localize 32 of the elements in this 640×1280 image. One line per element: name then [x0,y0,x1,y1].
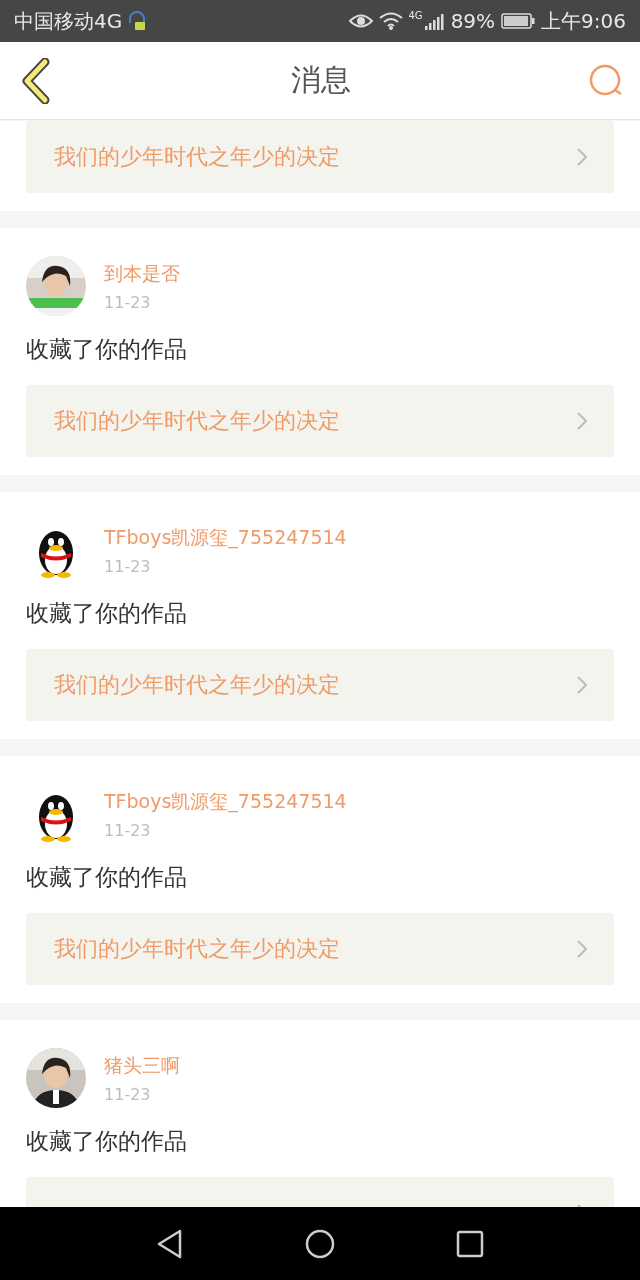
user-name[interactable]: 猪头三啊 [104,1052,180,1079]
user-name[interactable]: 到本是否 [104,260,180,287]
user-name[interactable]: TFboys凯源玺_755247514 [104,524,347,551]
message-text: 收藏了你的作品 [26,863,188,892]
message-date: 11-23 [104,820,152,840]
chevron-right-icon [576,675,588,695]
work-link[interactable]: 我们的少年时代之年少的决定 [26,649,614,721]
message-date: 11-23 [104,292,152,312]
wifi-icon [378,12,403,30]
work-link[interactable]: 我们的少年时代之年少的决定 [26,385,614,457]
battery-percent: 89% [450,9,496,33]
chevron-right-icon [576,147,588,167]
user-name[interactable]: TFboys凯源玺_755247514 [104,788,347,815]
chevron-right-icon [576,411,588,431]
carrier-text: 中国移动4G [14,7,123,35]
battery-icon [501,13,536,29]
circle-icon [304,1227,336,1260]
work-link[interactable]: 我们的少年时代之年少的决定 [26,121,614,193]
square-icon [455,1228,485,1259]
chevron-right-icon [576,939,588,959]
eye-icon [348,13,373,29]
message-date: 11-23 [104,556,152,576]
message-text: 收藏了你的作品 [26,599,188,628]
clock-text: 上午9:06 [541,7,626,35]
back-icon [21,57,51,104]
work-link[interactable]: 我们的少年时代之年少的决定 [26,913,614,985]
message-text: 收藏了你的作品 [26,1127,188,1156]
signal-icon [424,12,445,30]
network-text: 4G [408,10,423,21]
page-title: 消息 [291,61,351,99]
message-date: 11-23 [104,1084,152,1104]
message-text: 收藏了你的作品 [26,335,188,364]
